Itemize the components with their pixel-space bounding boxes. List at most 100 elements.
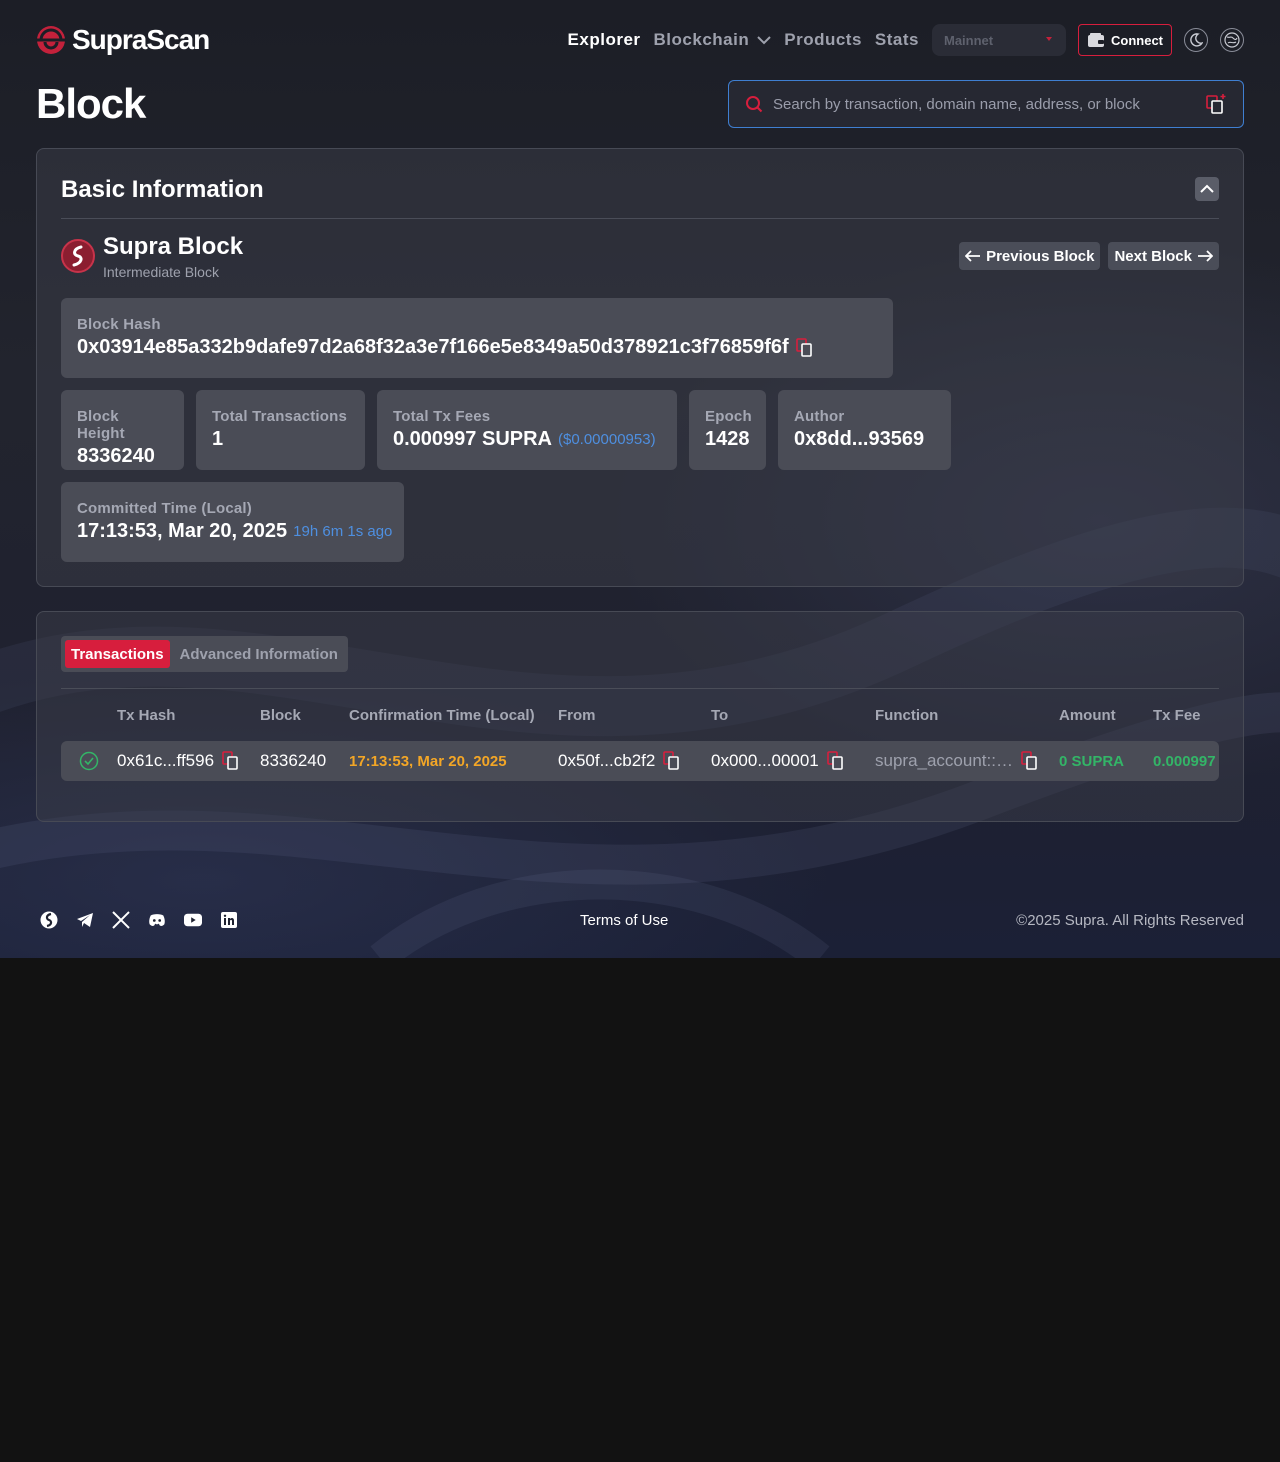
linkedin-icon[interactable] (220, 911, 238, 929)
caret-down-icon (1046, 37, 1052, 41)
column-to: To (711, 707, 729, 724)
epoch-value: 1428 (705, 428, 750, 450)
telegram-icon[interactable] (76, 911, 94, 929)
supra-icon[interactable] (40, 911, 58, 929)
total-tx-fees-label: Total Tx Fees (393, 408, 491, 425)
total-transactions-value: 1 (212, 428, 224, 450)
total-tx-fees-card: Total Tx Fees 0.000997 SUPRA ($0.0000095… (377, 390, 677, 470)
basic-information-header: Basic Information (61, 173, 1219, 219)
chevron-up-icon (1200, 184, 1214, 193)
author-value[interactable]: 0x8dd...93569 (794, 428, 935, 451)
nav-blockchain[interactable]: Blockchain (654, 30, 772, 50)
table-header: Tx Hash Block Confirmation Time (Local) … (61, 689, 1219, 741)
total-transactions-card: Total Transactions 1 (196, 390, 365, 470)
search-icon (746, 96, 763, 113)
discord-icon[interactable] (148, 911, 166, 929)
transactions-table: Tx Hash Block Confirmation Time (Local) … (61, 688, 1219, 781)
paste-icon[interactable] (1205, 93, 1227, 115)
epoch-card: Epoch 1428 (689, 390, 766, 470)
amount-cell: 0 SUPRA (1059, 752, 1125, 770)
block-name: Supra Block (103, 233, 244, 260)
copy-icon[interactable] (663, 751, 681, 771)
total-tx-fees-amount: 0.000997 SUPRA (393, 428, 552, 450)
x-icon[interactable] (112, 911, 130, 929)
copy-icon[interactable] (1021, 751, 1039, 771)
suprascan-logo[interactable]: SupraScan (36, 24, 210, 56)
next-block-button[interactable]: Next Block (1108, 242, 1219, 270)
total-tx-fees-usd: ($0.00000953) (557, 431, 656, 448)
function-name: supra_account::… (875, 751, 1013, 770)
top-header: SupraScan Explorer Blockchain Products S… (36, 20, 1244, 60)
nav-stats[interactable]: Stats (875, 30, 919, 50)
column-block: Block (260, 707, 301, 724)
language-selector[interactable] (1220, 28, 1244, 52)
column-function: Function (875, 707, 939, 724)
transactions-panel: Transactions Advanced Information Tx Has… (36, 611, 1244, 822)
column-tx-hash: Tx Hash (117, 707, 176, 724)
copy-icon[interactable] (826, 751, 845, 771)
committed-time-ago: 19h 6m 1s ago (293, 523, 393, 540)
table-row[interactable]: 0x61c...ff596 8336240 17:13:53, Mar 20, … (61, 741, 1219, 781)
brand-name: SupraScan (72, 24, 210, 55)
column-tx-fee: Tx Fee (1153, 707, 1201, 724)
block-hash-value: 0x03914e85a332b9dafe97d2a68f32a3e7f166e5… (77, 336, 877, 359)
arrow-right-icon (1198, 250, 1213, 262)
chevron-down-icon (757, 36, 771, 45)
supra-block-icon (61, 239, 95, 273)
column-confirmation-time: Confirmation Time (Local) (349, 707, 535, 724)
column-from: From (558, 707, 596, 724)
column-amount: Amount (1059, 707, 1116, 724)
nav-products[interactable]: Products (784, 30, 862, 50)
tx-fee-cell: 0.000997 (1153, 752, 1216, 770)
terms-of-use-link[interactable]: Terms of Use (580, 912, 668, 929)
block-hash-card: Block Hash 0x03914e85a332b9dafe97d2a68f3… (61, 298, 893, 378)
tab-bar: Transactions Advanced Information (61, 636, 348, 672)
to-cell: 0x000...00001 (711, 741, 845, 781)
tx-hash-link[interactable]: 0x61c...ff596 (117, 751, 214, 771)
nav-blockchain-label: Blockchain (653, 30, 750, 49)
basic-information-title: Basic Information (61, 176, 264, 203)
author-label: Author (794, 408, 845, 425)
block-heading: Supra Block Intermediate Block (61, 233, 243, 280)
block-type: Intermediate Block (103, 264, 219, 280)
tab-advanced-information[interactable]: Advanced Information (174, 640, 344, 668)
block-cell[interactable]: 8336240 (260, 741, 326, 781)
youtube-icon[interactable] (184, 911, 202, 929)
main-nav: Explorer Blockchain Products Stats Mainn… (555, 24, 1244, 56)
tab-transactions[interactable]: Transactions (65, 640, 170, 668)
copyright-text: ©2025 Supra. All Rights Reserved (1016, 911, 1244, 929)
copy-icon[interactable] (222, 751, 240, 771)
from-address-link[interactable]: 0x50f...cb2f2 (558, 751, 655, 771)
epoch-label: Epoch (705, 408, 752, 425)
connect-label: Connect (1111, 32, 1163, 48)
search-bar[interactable] (728, 80, 1244, 128)
previous-block-button[interactable]: Previous Block (959, 242, 1101, 270)
globe-icon (1224, 32, 1240, 48)
committed-time-value: 17:13:53, Mar 20, 2025 19h 6m 1s ago (77, 520, 392, 543)
committed-time-text: 17:13:53, Mar 20, 2025 (77, 520, 288, 542)
footer: Terms of Use ©2025 Supra. All Rights Res… (36, 902, 1244, 938)
committed-time-card: Committed Time (Local) 17:13:53, Mar 20,… (61, 482, 404, 562)
total-transactions-label: Total Transactions (212, 408, 348, 425)
search-input[interactable] (773, 95, 1193, 113)
theme-toggle[interactable] (1184, 28, 1208, 52)
total-tx-fees-value: 0.000997 SUPRA ($0.00000953) (393, 428, 661, 451)
success-check-icon (79, 751, 99, 771)
network-select[interactable]: Mainnet (932, 24, 1066, 56)
connect-wallet-button[interactable]: Connect (1078, 24, 1172, 56)
block-height-card: Block Height 8336240 (61, 390, 184, 470)
to-address-link[interactable]: 0x000...00001 (711, 751, 819, 771)
block-height-value: 8336240 (77, 445, 155, 467)
supra-logo-icon (36, 26, 66, 54)
network-selected-value: Mainnet (944, 32, 994, 48)
nav-explorer[interactable]: Explorer (568, 30, 641, 50)
author-card: Author 0x8dd...93569 (778, 390, 951, 470)
moon-icon (1190, 33, 1203, 47)
page-title: Block (36, 80, 146, 127)
next-block-label: Next Block (1114, 247, 1192, 265)
block-hash-label: Block Hash (77, 316, 161, 333)
block-height-label: Block Height (77, 408, 125, 442)
collapse-button[interactable] (1195, 177, 1219, 201)
block-navigation: Previous Block Next Block (959, 242, 1219, 270)
copy-icon[interactable] (795, 337, 815, 358)
